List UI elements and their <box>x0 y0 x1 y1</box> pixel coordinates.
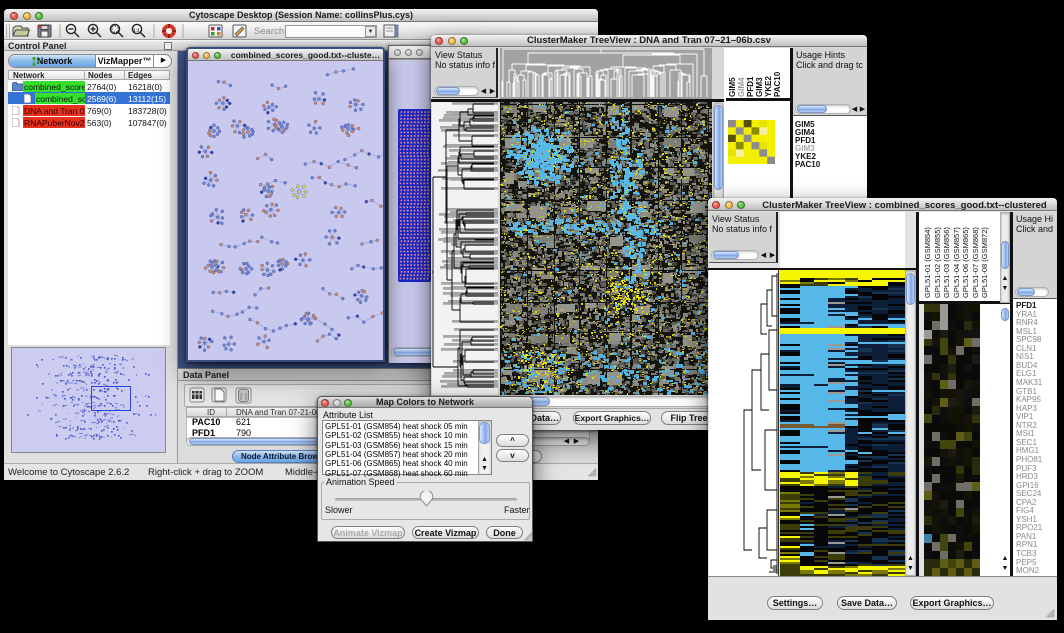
svg-text:1:1: 1:1 <box>133 28 140 33</box>
